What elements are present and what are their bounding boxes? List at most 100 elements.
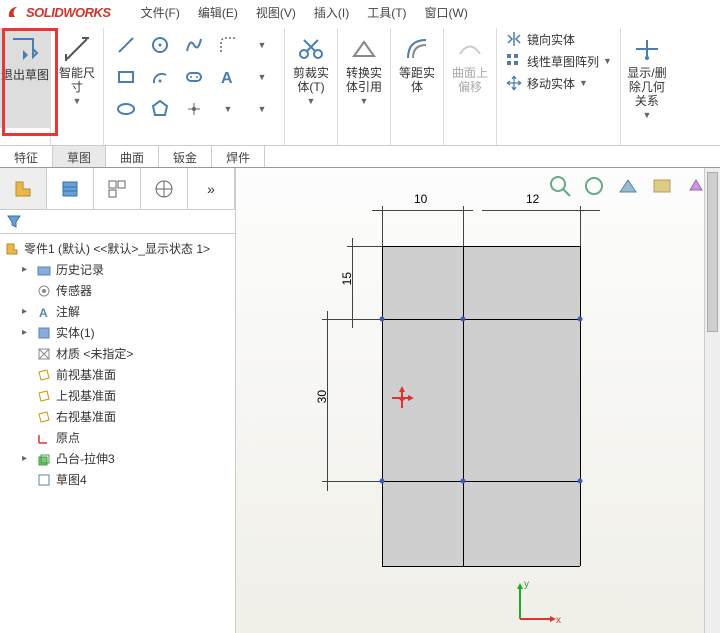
triad-x-label: x <box>556 615 561 626</box>
menu-window[interactable]: 窗口(W) <box>425 4 468 21</box>
tree-root[interactable]: 零件1 (默认) <<默认>_显示状态 1> <box>4 238 231 259</box>
tab-surface[interactable]: 曲面 <box>106 146 159 167</box>
trim-label: 剪裁实体(T) <box>289 66 333 94</box>
arc-tool[interactable] <box>144 62 176 92</box>
tree-right-plane[interactable]: 右视基准面 <box>22 406 231 427</box>
dim-h1[interactable]: 15 <box>340 272 354 285</box>
move-label: 移动实体 <box>527 75 575 92</box>
view-triad[interactable]: y x <box>512 575 564 627</box>
mirror-icon <box>505 30 523 48</box>
menu-tools[interactable]: 工具(T) <box>367 4 406 21</box>
origin-icon <box>36 430 52 446</box>
menu-edit[interactable]: 编辑(E) <box>198 4 238 21</box>
smart-dimension-button[interactable]: 智能尺寸 ▼ <box>55 28 99 108</box>
zoom-fit-icon[interactable] <box>548 174 576 200</box>
zoom-area-icon[interactable] <box>582 174 610 200</box>
dropdown-icon[interactable]: ▼ <box>246 62 278 92</box>
tree-annotations-label: 注解 <box>56 303 80 320</box>
tree-history-label: 历史记录 <box>56 261 104 278</box>
tree-annotations[interactable]: ▸A注解 <box>22 301 231 322</box>
feature-tree: 零件1 (默认) <<默认>_显示状态 1> ▸历史记录 传感器 ▸A注解 ▸实… <box>0 234 235 633</box>
tab-features[interactable]: 特征 <box>0 146 53 167</box>
polygon-tool[interactable] <box>144 94 176 124</box>
tree-material-label: 材质 <未指定> <box>56 345 133 362</box>
tree-right-label: 右视基准面 <box>56 408 116 425</box>
section-view-icon[interactable] <box>650 174 678 200</box>
surface-offset-button: 曲面上偏移 <box>448 28 492 94</box>
dropdown-icon[interactable]: ▼ <box>212 94 244 124</box>
view-previous-icon[interactable] <box>616 174 644 200</box>
offset-icon <box>400 32 434 66</box>
tree-top-label: 上视基准面 <box>56 387 116 404</box>
dropdown-icon[interactable]: ▼ <box>73 94 82 108</box>
circle-tool[interactable] <box>144 30 176 60</box>
featuremanager-tab[interactable] <box>0 168 47 209</box>
dropdown-icon[interactable]: ▼ <box>246 94 278 124</box>
convert-entities-button[interactable]: 转换实体引用 ▼ <box>342 28 386 108</box>
dropdown-icon[interactable]: ▼ <box>360 94 369 108</box>
app-name: SOLIDWORKS <box>26 5 111 20</box>
tab-sheetmetal[interactable]: 钣金 <box>159 146 212 167</box>
vertical-scrollbar[interactable] <box>704 168 720 633</box>
fillet-tool[interactable] <box>212 30 244 60</box>
show-relations-button[interactable]: 显示/删除几何关系 ▼ <box>625 28 669 122</box>
tab-sketch[interactable]: 草图 <box>53 146 106 167</box>
tree-origin[interactable]: 原点 <box>22 427 231 448</box>
rectangle-tool[interactable] <box>110 62 142 92</box>
tree-sketch4[interactable]: 草图4 <box>22 469 231 490</box>
menu-file[interactable]: 文件(F) <box>141 4 180 21</box>
folder-icon <box>36 262 52 278</box>
tree-front-plane[interactable]: 前视基准面 <box>22 364 231 385</box>
tree-origin-label: 原点 <box>56 429 80 446</box>
dropdown-icon[interactable]: ▼ <box>307 94 316 108</box>
graphics-area[interactable]: 10 12 15 30 <box>236 168 720 633</box>
sketch-origin-icon <box>390 386 414 410</box>
linear-pattern-button[interactable]: 线性草图阵列 ▼ <box>505 52 612 70</box>
move-icon <box>505 74 523 92</box>
mirror-entities-button[interactable]: 镜向实体 <box>505 30 612 48</box>
relations-icon <box>630 32 664 66</box>
dim-w1[interactable]: 10 <box>414 192 427 206</box>
point-tool[interactable] <box>178 94 210 124</box>
tree-extrude[interactable]: ▸凸台-拉伸3 <box>22 448 231 469</box>
configurationmanager-tab[interactable] <box>94 168 141 209</box>
dropdown-icon[interactable]: ▼ <box>603 56 612 66</box>
tree-material[interactable]: 材质 <未指定> <box>22 343 231 364</box>
tab-weldment[interactable]: 焊件 <box>212 146 265 167</box>
svg-text:A: A <box>221 70 233 87</box>
text-tool[interactable]: A <box>212 62 244 92</box>
propertymanager-tab[interactable] <box>47 168 94 209</box>
convert-icon <box>347 32 381 66</box>
exit-sketch-button[interactable]: 退出草图 <box>0 28 50 128</box>
tree-front-label: 前视基准面 <box>56 366 116 383</box>
dropdown-icon[interactable]: ▼ <box>579 78 588 88</box>
slot-tool[interactable] <box>178 62 210 92</box>
title-bar: SOLIDWORKS 文件(F) 编辑(E) 视图(V) 插入(I) 工具(T)… <box>0 0 720 24</box>
feature-tabs: 特征 草图 曲面 钣金 焊件 <box>0 146 720 168</box>
trim-entities-button[interactable]: 剪裁实体(T) ▼ <box>289 28 333 108</box>
surface-offset-label: 曲面上偏移 <box>448 66 492 94</box>
spline-tool[interactable] <box>178 30 210 60</box>
tree-history[interactable]: ▸历史记录 <box>22 259 231 280</box>
tree-sensors[interactable]: 传感器 <box>22 280 231 301</box>
ellipse-tool[interactable] <box>110 94 142 124</box>
tree-solids[interactable]: ▸实体(1) <box>22 322 231 343</box>
dimxpert-tab[interactable] <box>141 168 188 209</box>
dropdown-icon[interactable]: ▼ <box>642 108 651 122</box>
exit-sketch-icon <box>8 34 42 68</box>
dim-w2[interactable]: 12 <box>526 192 539 206</box>
offset-entities-button[interactable]: 等距实体 <box>395 28 439 94</box>
menu-insert[interactable]: 插入(I) <box>314 4 349 21</box>
tree-top-plane[interactable]: 上视基准面 <box>22 385 231 406</box>
dim-h2[interactable]: 30 <box>315 390 329 403</box>
more-tab[interactable]: » <box>188 168 235 209</box>
line-tool[interactable] <box>110 30 142 60</box>
scrollbar-thumb[interactable] <box>707 172 718 332</box>
pattern-label: 线性草图阵列 <box>527 53 599 70</box>
menu-view[interactable]: 视图(V) <box>256 4 296 21</box>
filter-icon[interactable] <box>6 213 22 229</box>
dropdown-icon[interactable]: ▼ <box>246 30 278 60</box>
tree-solids-label: 实体(1) <box>56 324 95 341</box>
move-entities-button[interactable]: 移动实体 ▼ <box>505 74 612 92</box>
filter-row <box>0 210 235 234</box>
